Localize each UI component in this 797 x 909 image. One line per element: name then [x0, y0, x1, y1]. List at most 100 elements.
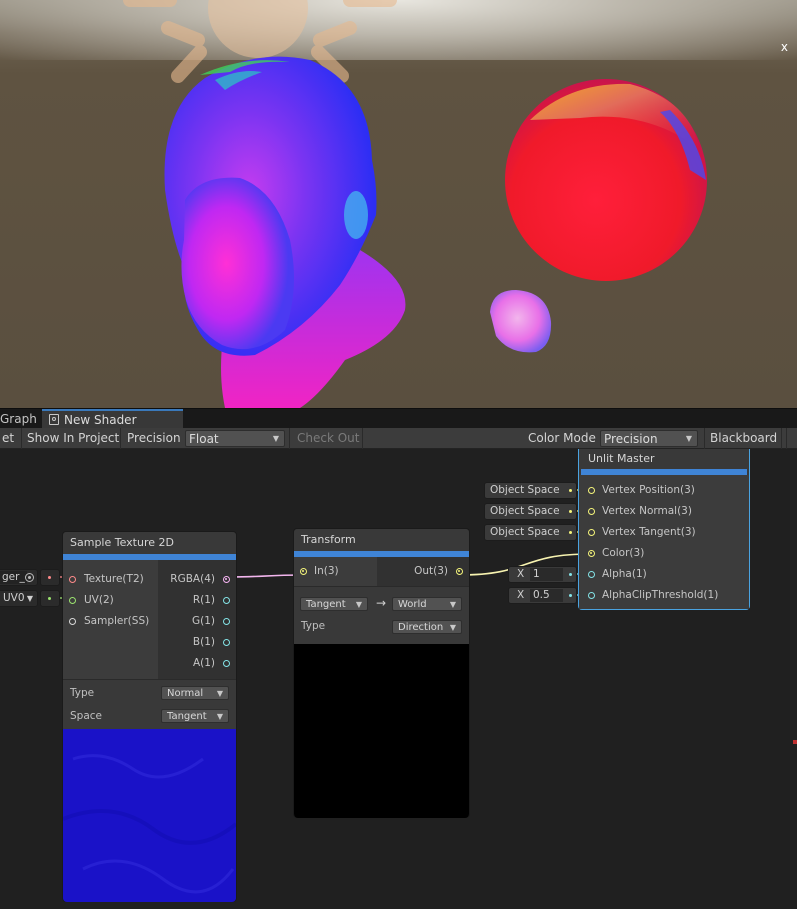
port-color-dot[interactable] [588, 550, 595, 557]
port-g[interactable]: G(1) [158, 611, 236, 632]
toolbar: et Show In Project Precision Float ▼ Che… [0, 428, 797, 449]
port-vertex-tangent[interactable]: Vertex Tangent(3) [579, 522, 749, 543]
precision-dropdown-value: Float [189, 432, 219, 446]
edge-rgba-to-in [229, 574, 303, 578]
port-texture[interactable]: Texture(T2) [63, 569, 159, 590]
chevron-down-icon: ▼ [26, 594, 33, 603]
precision-dropdown[interactable]: Float ▼ [185, 430, 285, 447]
port-rgba-label: RGBA(4) [170, 573, 215, 585]
check-out-button[interactable]: Check Out [289, 428, 363, 449]
port-alpha-clip-threshold-dot[interactable] [588, 592, 595, 599]
port-vertex-position[interactable]: Vertex Position(3) [579, 480, 749, 501]
port-rgba[interactable]: RGBA(4) [158, 569, 236, 590]
port-alpha-label: Alpha(1) [602, 568, 647, 580]
port-b-dot[interactable] [223, 639, 230, 646]
scene-view[interactable]: x [0, 0, 797, 408]
port-vertex-position-label: Vertex Position(3) [602, 484, 695, 496]
port-b[interactable]: B(1) [158, 632, 236, 653]
port-sampler-dot[interactable] [69, 618, 76, 625]
port-vertex-tangent-dot[interactable] [588, 529, 595, 536]
blackboard-toggle-button[interactable]: Blackboard [704, 428, 782, 449]
transform-to-dropdown[interactable]: World ▼ [392, 597, 462, 611]
port-uv-label: UV(2) [84, 594, 114, 606]
port-alpha-clip-threshold[interactable]: AlphaClipThreshold(1) [579, 585, 749, 606]
chevron-down-icon: ▼ [272, 434, 279, 443]
vertex-normal-space-label: Object Space [490, 505, 560, 517]
node-title[interactable]: Transform [294, 529, 469, 551]
port-a-dot[interactable] [223, 660, 230, 667]
type-dropdown[interactable]: Normal ▼ [161, 686, 229, 700]
port-b-label: B(1) [192, 636, 215, 648]
input-ports: In(3) [294, 557, 378, 586]
port-a[interactable]: A(1) [158, 653, 236, 674]
port-in-dot[interactable] [300, 568, 307, 575]
port-uv[interactable]: UV(2) [63, 590, 159, 611]
check-out-label: Check Out [297, 431, 360, 445]
port-vertex-position-dot[interactable] [588, 487, 595, 494]
close-preview-button[interactable]: x [781, 40, 788, 54]
main-preview-toggle-button[interactable] [786, 428, 797, 449]
port-rgba-dot[interactable] [223, 576, 230, 583]
chevron-down-icon: ▼ [216, 689, 223, 698]
save-asset-button[interactable]: et [0, 428, 22, 449]
port-r-dot[interactable] [223, 597, 230, 604]
port-in[interactable]: In(3) [294, 561, 378, 582]
alpha-clip-value-field[interactable]: X 0.5 [508, 587, 577, 604]
port-vertex-normal-dot[interactable] [588, 508, 595, 515]
port-color[interactable]: Color(3) [579, 543, 749, 564]
uv-inline-connector [40, 590, 60, 607]
output-ports: RGBA(4) R(1) G(1) B(1) A(1) [158, 560, 236, 679]
space-dropdown[interactable]: Tangent ▼ [161, 709, 229, 723]
texture-inline-field[interactable]: ger_ [0, 569, 38, 586]
vertex-position-space-label: Object Space [490, 484, 560, 496]
type-setting-label: Type [70, 687, 95, 699]
port-vertex-normal[interactable]: Vertex Normal(3) [579, 501, 749, 522]
show-in-project-label: Show In Project [27, 431, 120, 445]
uv-inline-dropdown[interactable]: UV0 ▼ [0, 590, 38, 607]
tab-new-shader-graph[interactable]: New Shader Graph [42, 409, 183, 445]
node-title[interactable]: Unlit Master [579, 449, 749, 469]
vertex-normal-space-field[interactable]: Object Space [484, 503, 577, 520]
port-a-label: A(1) [192, 657, 215, 669]
alpha-value-field[interactable]: X 1 [508, 566, 577, 583]
alpha-value[interactable]: 1 [530, 568, 563, 581]
alpha-axis-label: X [517, 568, 525, 580]
texture-inline-value: ger_ [0, 571, 27, 584]
transform-type-dropdown[interactable]: Direction ▼ [392, 620, 462, 634]
blackboard-label: Blackboard [710, 431, 778, 445]
show-in-project-button[interactable]: Show In Project [22, 428, 121, 449]
chevron-down-icon: ▼ [216, 712, 223, 721]
connector-pin [569, 489, 572, 492]
vertex-position-space-field[interactable]: Object Space [484, 482, 577, 499]
color-mode-dropdown[interactable]: Precision ▼ [600, 430, 698, 447]
port-out[interactable]: Out(3) [377, 561, 469, 582]
tab-graph[interactable]: Graph [0, 409, 43, 429]
tab-graph-label: Graph [0, 412, 37, 426]
chevron-down-icon: ▼ [355, 600, 362, 609]
port-alpha-dot[interactable] [588, 571, 595, 578]
object-picker-icon[interactable] [25, 573, 34, 582]
port-vertex-tangent-label: Vertex Tangent(3) [602, 526, 696, 538]
port-alpha-clip-threshold-label: AlphaClipThreshold(1) [602, 589, 719, 601]
transform-from-dropdown[interactable]: Tangent ▼ [300, 597, 368, 611]
port-texture-dot[interactable] [69, 576, 76, 583]
port-r[interactable]: R(1) [158, 590, 236, 611]
uv-inline-value: UV0 [3, 592, 25, 604]
port-sampler[interactable]: Sampler(SS) [63, 611, 159, 632]
unlit-master-node[interactable]: Unlit Master Vertex Position(3) Vertex N… [578, 449, 750, 610]
node-title[interactable]: Sample Texture 2D [63, 532, 236, 554]
alpha-clip-value[interactable]: 0.5 [530, 589, 563, 602]
tab-bar: Graph New Shader Graph [0, 408, 797, 445]
sample-texture-2d-node[interactable]: Sample Texture 2D Texture(T2) UV(2) Samp… [62, 531, 237, 902]
transform-node[interactable]: Transform In(3) Out(3) Tangent ▼ → World… [293, 528, 470, 818]
vertex-tangent-space-field[interactable]: Object Space [484, 524, 577, 541]
graph-canvas[interactable]: ger_ UV0 ▼ Sample Texture 2D Texture(T2)… [0, 449, 797, 909]
node-ports: Texture(T2) UV(2) Sampler(SS) RGBA(4) R(… [63, 560, 236, 679]
port-sampler-label: Sampler(SS) [84, 615, 150, 627]
port-out-dot[interactable] [456, 568, 463, 575]
port-alpha[interactable]: Alpha(1) [579, 564, 749, 585]
color-mode-label: Color Mode [528, 431, 596, 445]
port-uv-dot[interactable] [69, 597, 76, 604]
port-g-dot[interactable] [223, 618, 230, 625]
output-ports: Out(3) [377, 557, 469, 586]
